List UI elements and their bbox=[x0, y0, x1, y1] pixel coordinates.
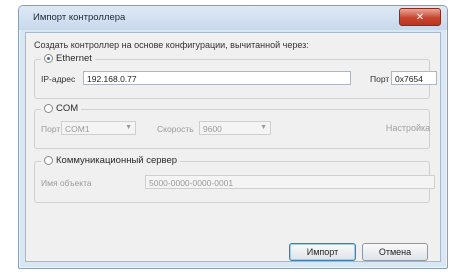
object-name-label: Имя объекта bbox=[41, 178, 92, 188]
object-name-input[interactable]: 5000-0000-0000-0001 bbox=[145, 175, 435, 189]
speed-label: Скорость bbox=[157, 124, 194, 134]
import-button[interactable]: Импорт bbox=[289, 243, 356, 261]
close-icon: ✕ bbox=[415, 11, 425, 23]
com-group: COM Порт COM1 ▼ Скорость 9600 ▼ Настройк… bbox=[34, 103, 430, 149]
comm-server-label: Коммуникационный сервер bbox=[56, 155, 178, 166]
com-port-select[interactable]: COM1 ▼ bbox=[61, 121, 136, 135]
radio-icon bbox=[44, 104, 53, 113]
speed-value: 9600 bbox=[203, 124, 222, 134]
port-input[interactable]: 0x7654 bbox=[391, 71, 437, 85]
ethernet-group: Ethernet IP-адрес 192.168.0.77 Порт 0x76… bbox=[34, 53, 437, 99]
speed-select[interactable]: 9600 ▼ bbox=[199, 121, 271, 135]
comm-server-group: Коммуникационный сервер Имя объекта 5000… bbox=[34, 155, 435, 203]
ip-address-label: IP-адрес bbox=[41, 74, 76, 84]
ethernet-radio[interactable]: Ethernet bbox=[41, 53, 95, 64]
dialog-body: Создать контроллер на основе конфигураци… bbox=[25, 32, 441, 262]
ethernet-label: Ethernet bbox=[56, 53, 92, 64]
com-port-label: Порт bbox=[41, 124, 61, 134]
com-label: COM bbox=[56, 103, 79, 114]
com-radio[interactable]: COM bbox=[41, 103, 82, 114]
ip-address-input[interactable]: 192.168.0.77 bbox=[83, 71, 351, 85]
radio-icon bbox=[44, 156, 53, 165]
title-bar: Импорт контроллера ✕ bbox=[19, 6, 447, 30]
import-controller-dialog: Импорт контроллера ✕ Создать контроллер … bbox=[18, 5, 448, 269]
settings-button[interactable]: Настройка bbox=[379, 120, 437, 136]
com-port-value: COM1 bbox=[65, 124, 90, 134]
chevron-down-icon: ▼ bbox=[125, 124, 132, 131]
radio-icon bbox=[44, 54, 53, 63]
close-button[interactable]: ✕ bbox=[399, 8, 441, 26]
prompt-text: Создать контроллер на основе конфигураци… bbox=[34, 40, 309, 50]
window-title: Импорт контроллера bbox=[33, 12, 126, 23]
port-label: Порт bbox=[370, 74, 390, 84]
cancel-button[interactable]: Отмена bbox=[362, 243, 428, 261]
comm-server-radio[interactable]: Коммуникационный сервер bbox=[41, 155, 181, 166]
chevron-down-icon: ▼ bbox=[260, 124, 267, 131]
